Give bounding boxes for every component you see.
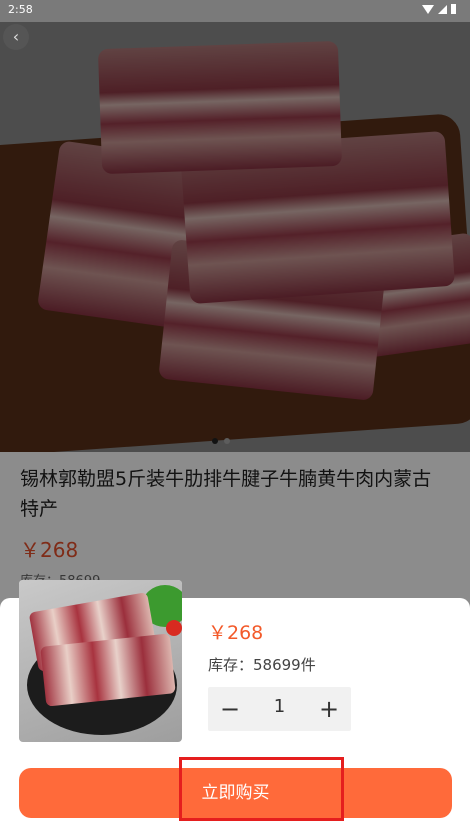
back-button[interactable]: ‹ xyxy=(3,24,29,50)
sheet-stock: 库存：58699件 xyxy=(208,656,316,674)
quantity-minus-button[interactable]: − xyxy=(208,687,252,731)
quantity-value[interactable]: 1 xyxy=(252,687,307,731)
wifi-icon xyxy=(422,4,434,14)
purchase-sheet: ￥268 库存：58699件 − 1 + 立即购买 xyxy=(0,580,470,836)
battery-icon xyxy=(451,4,456,14)
garnish-tomato xyxy=(166,620,182,636)
signal-icon xyxy=(438,4,447,14)
back-arrow-icon: ‹ xyxy=(12,27,20,46)
status-time: 2:58 xyxy=(8,3,33,16)
status-bar: 2:58 xyxy=(0,0,470,22)
quantity-stepper: − 1 + xyxy=(208,687,351,731)
quantity-plus-button[interactable]: + xyxy=(307,687,351,731)
highlight-box xyxy=(179,757,344,821)
product-thumbnail xyxy=(19,580,182,742)
status-icons xyxy=(422,4,456,14)
sheet-price: ￥268 xyxy=(208,622,264,644)
